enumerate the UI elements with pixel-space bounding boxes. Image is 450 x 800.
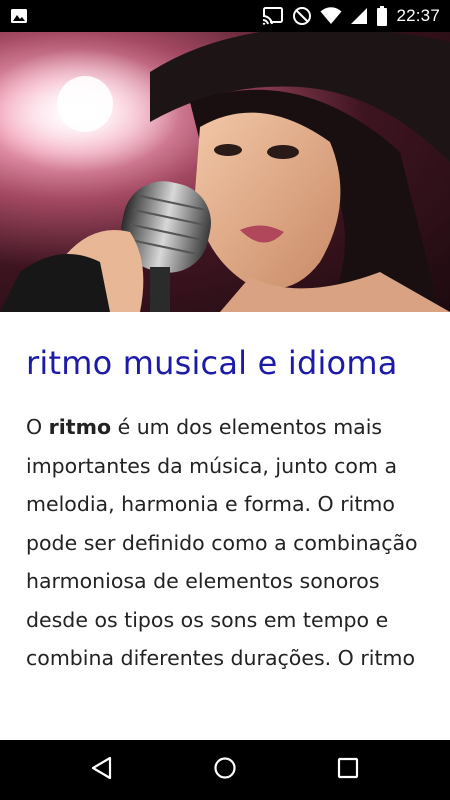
article-body: O ritmo é um dos elementos mais importan…	[26, 408, 428, 678]
home-icon	[213, 756, 237, 784]
wifi-icon	[320, 7, 342, 25]
navigation-bar	[0, 740, 450, 800]
status-time: 22:37	[396, 6, 440, 25]
body-prefix: O	[26, 415, 49, 439]
back-button[interactable]	[72, 740, 132, 800]
do-not-disturb-icon	[292, 6, 312, 26]
body-rest: é um dos elementos mais importantes da m…	[26, 415, 418, 670]
recents-icon	[337, 757, 359, 783]
back-icon	[91, 756, 113, 784]
recents-button[interactable]	[318, 740, 378, 800]
cast-icon	[262, 7, 284, 25]
hero-image	[0, 32, 450, 312]
image-icon	[10, 8, 28, 24]
signal-icon	[350, 7, 368, 25]
body-bold-term: ritmo	[48, 415, 112, 439]
home-button[interactable]	[195, 740, 255, 800]
status-bar: 22:37	[0, 0, 450, 32]
article-title: ritmo musical e idioma	[26, 344, 398, 382]
article: ritmo musical e idioma O ritmo é um dos …	[0, 312, 450, 740]
battery-icon	[376, 6, 388, 26]
